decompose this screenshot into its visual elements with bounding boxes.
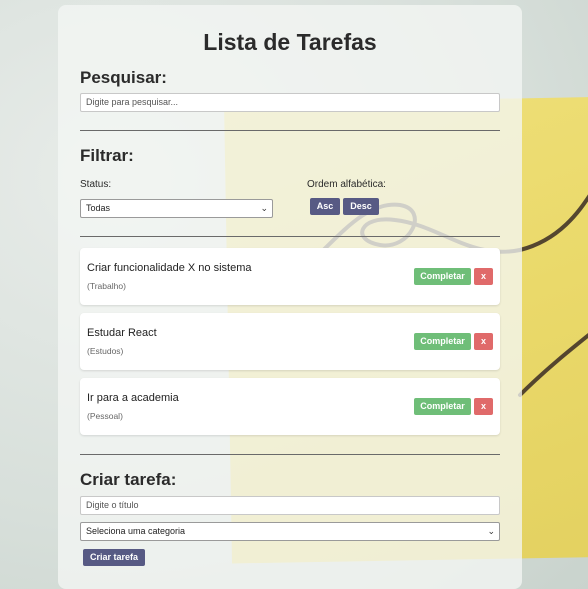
chevron-down-icon: ⌄ — [487, 526, 495, 536]
create-heading: Criar tarefa: — [80, 470, 177, 489]
category-select[interactable]: Seleciona uma categoria ⌄ — [80, 522, 500, 541]
task-category: (Trabalho) — [87, 281, 126, 291]
status-select-value: Todas — [86, 203, 111, 213]
complete-button[interactable]: Completar — [414, 268, 471, 285]
divider — [80, 454, 500, 455]
task-item: Criar funcionalidade X no sistema (Traba… — [80, 248, 500, 305]
sort-desc-button[interactable]: Desc — [343, 198, 379, 215]
task-title: Estudar React — [87, 327, 157, 339]
task-title: Ir para a academia — [87, 392, 179, 404]
search-heading: Pesquisar: — [80, 68, 167, 87]
search-input[interactable]: Digite para pesquisar... — [80, 93, 500, 112]
category-select-value: Seleciona uma categoria — [86, 526, 186, 536]
delete-button[interactable]: x — [474, 268, 493, 285]
status-label: Status: — [80, 179, 112, 190]
task-title: Criar funcionalidade X no sistema — [87, 262, 252, 274]
filter-heading: Filtrar: — [80, 146, 134, 165]
status-select[interactable]: Todas ⌄ — [80, 199, 273, 218]
task-category: (Estudos) — [87, 346, 124, 356]
chevron-down-icon: ⌄ — [260, 203, 268, 213]
task-title-input[interactable]: Digite o título — [80, 496, 500, 515]
divider — [80, 236, 500, 237]
complete-button[interactable]: Completar — [414, 333, 471, 350]
task-item: Ir para a academia (Pessoal) Completar x — [80, 378, 500, 435]
todo-card: Lista de Tarefas Pesquisar: Digite para … — [58, 5, 522, 589]
order-label: Ordem alfabética: — [307, 179, 386, 190]
create-task-button[interactable]: Criar tarefa — [83, 549, 145, 566]
delete-button[interactable]: x — [474, 333, 493, 350]
task-category: (Pessoal) — [87, 411, 123, 421]
task-item: Estudar React (Estudos) Completar x — [80, 313, 500, 370]
divider — [80, 130, 500, 131]
complete-button[interactable]: Completar — [414, 398, 471, 415]
page-title: Lista de Tarefas — [203, 29, 377, 55]
sort-asc-button[interactable]: Asc — [310, 198, 340, 215]
delete-button[interactable]: x — [474, 398, 493, 415]
